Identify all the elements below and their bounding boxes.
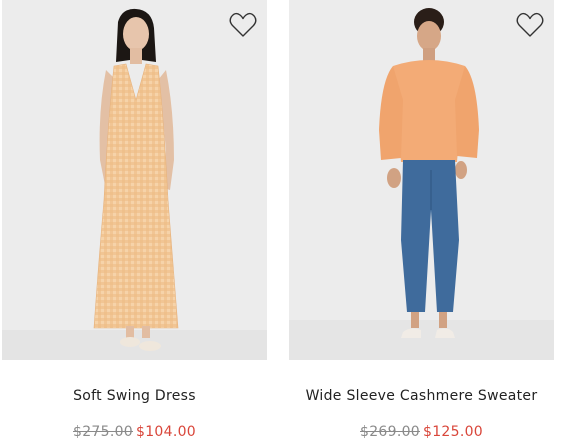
original-price: $269.00 [360, 424, 420, 440]
product-name[interactable]: Soft Swing Dress [2, 388, 267, 404]
product-price: $275.00 $104.00 [2, 424, 267, 440]
heart-outline-icon[interactable] [229, 12, 257, 38]
product-card[interactable]: Soft Swing Dress $275.00 $104.00 [2, 0, 267, 440]
product-grid: Soft Swing Dress $275.00 $104.00 Wide Sl… [0, 0, 564, 448]
sale-price: $125.00 [423, 424, 483, 440]
product-price: $269.00 $125.00 [289, 424, 554, 440]
product-image[interactable] [2, 0, 267, 360]
dress-model-photo [2, 0, 267, 360]
sweater-model-photo [289, 0, 554, 360]
product-card[interactable]: Wide Sleeve Cashmere Sweater $269.00 $125… [289, 0, 554, 440]
product-name[interactable]: Wide Sleeve Cashmere Sweater [289, 388, 554, 404]
product-image[interactable] [289, 0, 554, 360]
heart-outline-icon[interactable] [516, 12, 544, 38]
sale-price: $104.00 [136, 424, 196, 440]
original-price: $275.00 [73, 424, 133, 440]
